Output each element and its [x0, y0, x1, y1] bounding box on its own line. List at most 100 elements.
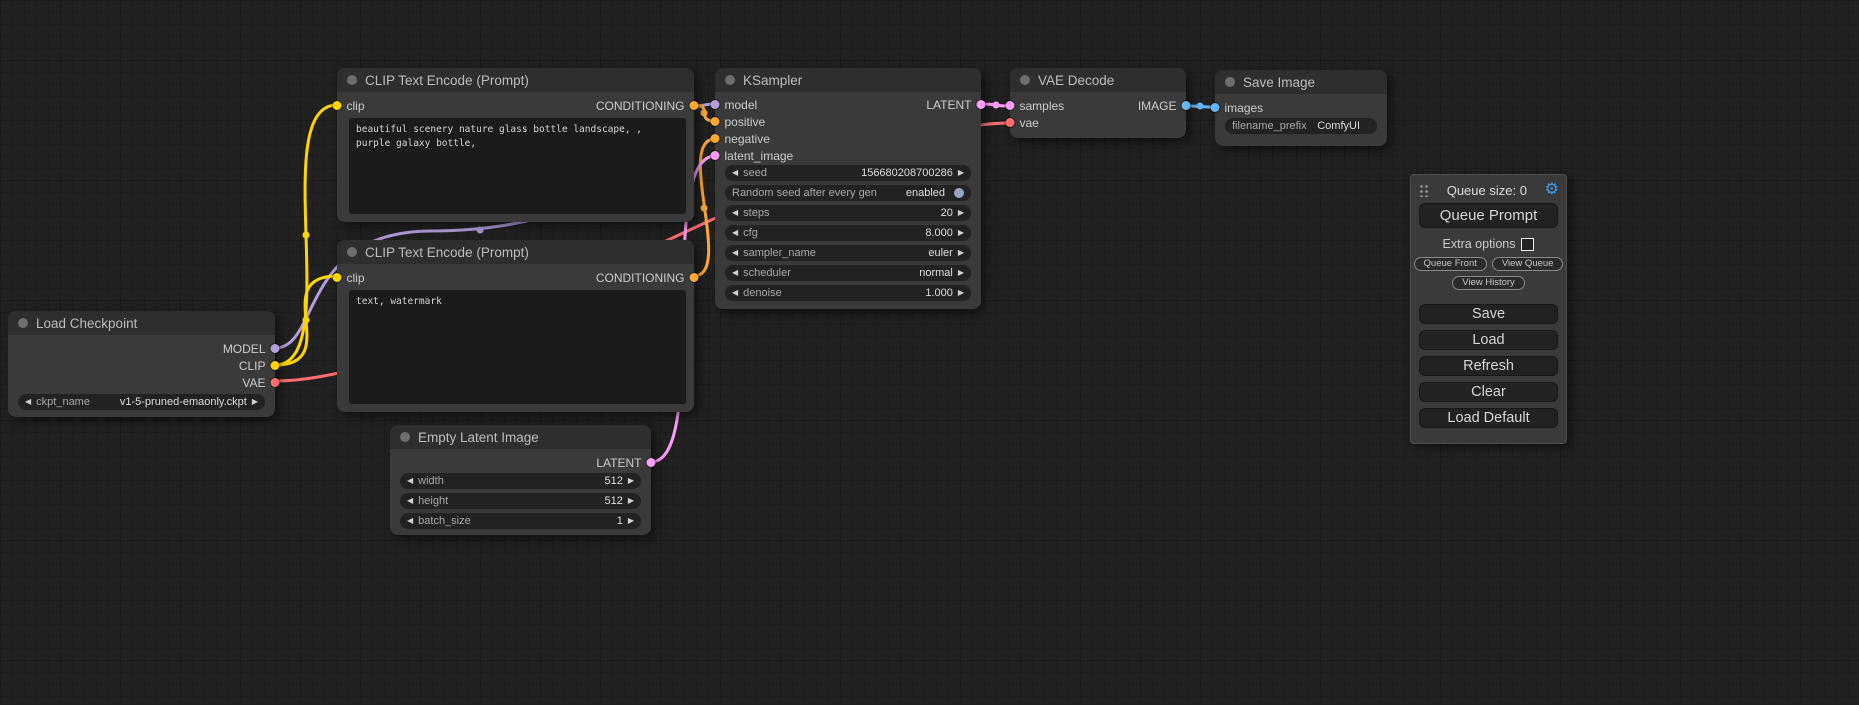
output-slot-model[interactable]: MODEL: [223, 342, 280, 356]
width-decrement-icon[interactable]: ◀: [407, 477, 413, 485]
latent-slot-dot[interactable]: [647, 458, 656, 467]
conditioning-slot-dot[interactable]: [711, 134, 720, 143]
scheduler-next-icon[interactable]: ▶: [958, 269, 964, 277]
batch-size-increment-icon[interactable]: ▶: [628, 517, 634, 525]
node-vae-decode[interactable]: VAE Decode samples IMAGE vae: [1010, 68, 1186, 138]
widget-random-seed[interactable]: Random seed after every gen enabled: [725, 185, 971, 201]
output-slot-conditioning[interactable]: CONDITIONING: [596, 99, 699, 113]
clip-slot-dot[interactable]: [333, 273, 342, 282]
input-slot-clip[interactable]: clip: [333, 271, 365, 285]
seed-decrement-icon[interactable]: ◀: [732, 169, 738, 177]
clear-button[interactable]: Clear: [1419, 382, 1558, 402]
output-slot-latent[interactable]: LATENT: [926, 98, 985, 112]
node-titlebar[interactable]: Empty Latent Image: [390, 425, 651, 449]
node-load-checkpoint[interactable]: Load Checkpoint MODEL CLIP VAE: [8, 311, 275, 417]
widget-batch-size[interactable]: ◀ batch_size 1 ▶: [400, 513, 641, 529]
input-slot-samples[interactable]: samples: [1006, 99, 1065, 113]
vae-slot-dot[interactable]: [1006, 118, 1015, 127]
scheduler-prev-icon[interactable]: ◀: [732, 269, 738, 277]
output-slot-latent[interactable]: LATENT: [596, 456, 655, 470]
clip-slot-dot[interactable]: [271, 361, 280, 370]
conditioning-slot-dot[interactable]: [690, 273, 699, 282]
height-decrement-icon[interactable]: ◀: [407, 497, 413, 505]
graph-canvas[interactable]: Load Checkpoint MODEL CLIP VAE: [0, 0, 1859, 705]
seed-increment-icon[interactable]: ▶: [958, 169, 964, 177]
latent-slot-dot[interactable]: [977, 100, 986, 109]
conditioning-slot-dot[interactable]: [690, 101, 699, 110]
node-titlebar[interactable]: CLIP Text Encode (Prompt): [337, 240, 694, 264]
view-queue-button[interactable]: View Queue: [1492, 257, 1564, 271]
output-slot-image[interactable]: IMAGE: [1138, 99, 1191, 113]
widget-scheduler[interactable]: ◀ scheduler normal ▶: [725, 265, 971, 281]
input-slot-latent-image[interactable]: latent_image: [711, 149, 794, 163]
ckpt-next-icon[interactable]: ▶: [252, 398, 258, 406]
model-slot-dot[interactable]: [271, 344, 280, 353]
node-clip-text-encode-negative[interactable]: CLIP Text Encode (Prompt) clip CONDITION…: [337, 240, 694, 412]
prompt-textarea[interactable]: text, watermark: [349, 290, 686, 404]
settings-gear-icon[interactable]: ⚙: [1545, 182, 1559, 198]
node-titlebar[interactable]: Load Checkpoint: [8, 311, 275, 335]
denoise-increment-icon[interactable]: ▶: [958, 289, 964, 297]
sampler-next-icon[interactable]: ▶: [958, 249, 964, 257]
widget-sampler-name[interactable]: ◀ sampler_name euler ▶: [725, 245, 971, 261]
output-slot-vae[interactable]: VAE: [242, 376, 279, 390]
node-titlebar[interactable]: KSampler: [715, 68, 981, 92]
steps-decrement-icon[interactable]: ◀: [732, 209, 738, 217]
queue-front-button[interactable]: Queue Front: [1414, 257, 1487, 271]
sampler-prev-icon[interactable]: ◀: [732, 249, 738, 257]
input-slot-model[interactable]: model: [711, 98, 758, 112]
widget-denoise[interactable]: ◀ denoise 1.000 ▶: [725, 285, 971, 301]
model-slot-dot[interactable]: [711, 100, 720, 109]
image-slot-dot[interactable]: [1182, 101, 1191, 110]
vae-slot-dot[interactable]: [271, 378, 280, 387]
widget-height[interactable]: ◀ height 512 ▶: [400, 493, 641, 509]
collapse-dot-icon[interactable]: [1225, 77, 1235, 87]
input-slot-negative[interactable]: negative: [711, 132, 770, 146]
widget-width[interactable]: ◀ width 512 ▶: [400, 473, 641, 489]
widget-ckpt-name[interactable]: ◀ ckpt_name v1-5-pruned-emaonly.ckpt ▶: [18, 394, 265, 410]
widget-seed[interactable]: ◀ seed 156680208700286 ▶: [725, 165, 971, 181]
random-seed-toggle-icon[interactable]: [954, 188, 964, 198]
input-slot-vae[interactable]: vae: [1006, 116, 1039, 130]
widget-filename-prefix[interactable]: filename_prefix ComfyUI: [1225, 118, 1377, 134]
collapse-dot-icon[interactable]: [400, 432, 410, 442]
node-save-image[interactable]: Save Image images filename_prefix ComfyU…: [1215, 70, 1387, 146]
output-slot-conditioning[interactable]: CONDITIONING: [596, 271, 699, 285]
input-slot-clip[interactable]: clip: [333, 99, 365, 113]
width-increment-icon[interactable]: ▶: [628, 477, 634, 485]
widget-steps[interactable]: ◀ steps 20 ▶: [725, 205, 971, 221]
image-slot-dot[interactable]: [1211, 103, 1220, 112]
collapse-dot-icon[interactable]: [347, 247, 357, 257]
load-default-button[interactable]: Load Default: [1419, 408, 1558, 428]
extra-options-checkbox[interactable]: [1521, 238, 1534, 251]
node-empty-latent-image[interactable]: Empty Latent Image LATENT ◀ width 512 ▶ …: [390, 425, 651, 535]
save-button[interactable]: Save: [1419, 304, 1558, 324]
node-titlebar[interactable]: Save Image: [1215, 70, 1387, 94]
prompt-textarea[interactable]: beautiful scenery nature glass bottle la…: [349, 118, 686, 214]
collapse-dot-icon[interactable]: [18, 318, 28, 328]
ckpt-prev-icon[interactable]: ◀: [25, 398, 31, 406]
output-slot-clip[interactable]: CLIP: [239, 359, 280, 373]
steps-increment-icon[interactable]: ▶: [958, 209, 964, 217]
view-history-button[interactable]: View History: [1452, 276, 1525, 290]
node-titlebar[interactable]: CLIP Text Encode (Prompt): [337, 68, 694, 92]
latent-slot-dot[interactable]: [1006, 101, 1015, 110]
denoise-decrement-icon[interactable]: ◀: [732, 289, 738, 297]
collapse-dot-icon[interactable]: [347, 75, 357, 85]
cfg-decrement-icon[interactable]: ◀: [732, 229, 738, 237]
node-clip-text-encode-positive[interactable]: CLIP Text Encode (Prompt) clip CONDITION…: [337, 68, 694, 222]
latent-slot-dot[interactable]: [711, 151, 720, 160]
clip-slot-dot[interactable]: [333, 101, 342, 110]
node-titlebar[interactable]: VAE Decode: [1010, 68, 1186, 92]
drag-handle-icon[interactable]: [1418, 183, 1429, 197]
batch-size-decrement-icon[interactable]: ◀: [407, 517, 413, 525]
height-increment-icon[interactable]: ▶: [628, 497, 634, 505]
queue-prompt-button[interactable]: Queue Prompt: [1419, 203, 1558, 228]
cfg-increment-icon[interactable]: ▶: [958, 229, 964, 237]
conditioning-slot-dot[interactable]: [711, 117, 720, 126]
node-ksampler[interactable]: KSampler model LATENT positive: [715, 68, 981, 309]
load-button[interactable]: Load: [1419, 330, 1558, 350]
input-slot-positive[interactable]: positive: [711, 115, 766, 129]
collapse-dot-icon[interactable]: [1020, 75, 1030, 85]
collapse-dot-icon[interactable]: [725, 75, 735, 85]
